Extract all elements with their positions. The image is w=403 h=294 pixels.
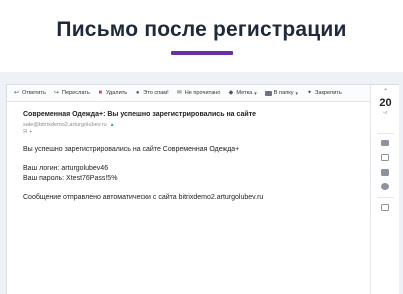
tag-icon: ◆ [228, 89, 234, 96]
chevron-down-icon: ▼ [253, 90, 258, 96]
message-line: Вы успешно зарегистрировались на сайте С… [23, 146, 240, 153]
chevron-down-icon: ▼ [28, 129, 33, 134]
label-label: Метка [236, 90, 253, 96]
unread-label: Не прочитано [184, 90, 221, 96]
page-header: Письмо после регистрации [0, 0, 403, 72]
email-subject: Современная Одежда+: Вы успешно зарегист… [23, 111, 257, 118]
mail-window: ↩ Ответить ↪ Переслать ■ Удалить ● Это с… [6, 84, 399, 294]
spam-label: Это спам! [143, 90, 169, 96]
title-underline [171, 51, 233, 55]
mail-toolbar: ↩ Ответить ↪ Переслать ■ Удалить ● Это с… [7, 85, 370, 102]
page-title: Письмо после регистрации [56, 18, 347, 41]
chevron-down-icon: ▼ [294, 90, 299, 96]
shield-check-icon: ▲ [109, 122, 115, 128]
unread-button[interactable]: ✉ Не прочитано [176, 90, 221, 97]
calendar-day-label: чт [383, 110, 388, 115]
message-line: Сообщение отправлено автоматически с сай… [23, 194, 264, 201]
notes-icon[interactable] [381, 169, 389, 176]
move-to-folder-label: В папку [273, 90, 294, 96]
sender-address: sale@bitrixdemo2.arturgolubev.ru [23, 122, 107, 128]
delete-label: Удалить [105, 90, 128, 96]
reply-icon: ↩ [13, 89, 20, 96]
folder-icon [264, 90, 272, 96]
unread-icon: ✉ [176, 89, 182, 96]
spam-button[interactable]: ● Это спам! [134, 90, 169, 97]
message-line: Ваш пароль: Xtest76Pass!5% [23, 175, 118, 182]
email-sender[interactable]: sale@bitrixdemo2.arturgolubev.ru ▲ [23, 122, 115, 128]
tasks-icon[interactable] [381, 204, 389, 211]
forward-button[interactable]: ↪ Переслать [53, 90, 90, 97]
pin-button[interactable]: ✦ Закрепить [306, 90, 342, 97]
sidebar-divider [377, 133, 394, 134]
spam-icon: ● [135, 89, 140, 96]
reply-label: Ответить [22, 90, 46, 96]
email-recipient[interactable]: Я ▼ [23, 129, 33, 135]
reply-button[interactable]: ↩ Ответить [13, 90, 46, 97]
move-to-folder-button[interactable]: В папку ▼ [264, 90, 299, 96]
pin-icon: ✦ [306, 89, 313, 96]
right-sidebar: ⌃ 20 чт [370, 85, 399, 294]
trash-icon: ■ [98, 89, 103, 96]
calendar-widget[interactable]: ⌃ 20 чт [371, 88, 400, 115]
forward-icon: ↪ [53, 89, 59, 96]
contacts-icon[interactable] [381, 183, 389, 190]
pin-label: Закрепить [315, 90, 342, 96]
mail-icon[interactable] [381, 140, 389, 146]
recipient-name: Я [23, 129, 28, 135]
message-line: Ваш логин: arturgolubev46 [23, 165, 109, 172]
forward-label: Переслать [61, 90, 90, 96]
label-button[interactable]: ◆ Метка ▼ [227, 89, 258, 97]
chevron-up-icon: ⌃ [382, 89, 389, 95]
calendar-day-number: 20 [379, 97, 392, 109]
sidebar-divider [377, 197, 394, 198]
delete-button[interactable]: ■ Удалить [97, 89, 128, 97]
calendar-icon[interactable] [381, 154, 389, 161]
